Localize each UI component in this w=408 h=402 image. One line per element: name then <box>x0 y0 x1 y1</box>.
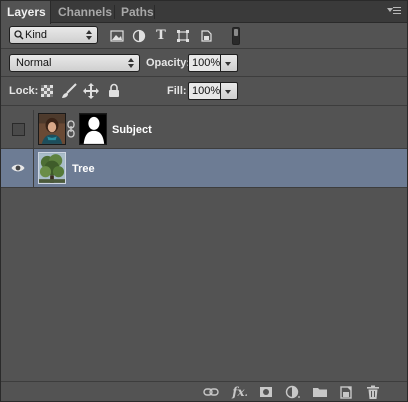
layers-list[interactable]: Subject Tree <box>1 105 407 381</box>
new-group-icon[interactable] <box>312 384 328 400</box>
subject-layer-mask-thumbnail[interactable] <box>79 113 107 145</box>
fx-label: fx <box>232 385 245 399</box>
new-layer-icon[interactable] <box>338 384 354 400</box>
lock-position-move-icon[interactable] <box>83 83 99 99</box>
blend-row: Normal Opacity: 100% <box>1 50 407 77</box>
delete-layer-icon[interactable] <box>365 384 381 400</box>
opacity-label: Opacity: <box>146 57 191 69</box>
layer-name-tree[interactable]: Tree <box>72 163 95 175</box>
fill-dropdown-button[interactable] <box>221 82 238 100</box>
filter-row: Kind T <box>1 23 407 49</box>
layers-panel: Layers Channels Paths Kind T Normal Opac… <box>0 0 408 401</box>
tab-paths[interactable]: Paths <box>115 1 160 23</box>
search-icon <box>14 30 24 40</box>
blend-mode-dropdown[interactable]: Normal <box>9 54 140 72</box>
link-layers-icon[interactable] <box>203 384 219 400</box>
updown-arrows-icon <box>86 30 92 40</box>
fx-icon[interactable]: fx. <box>230 384 250 400</box>
tab-separator <box>154 5 155 19</box>
kind-filter-dropdown[interactable]: Kind <box>9 26 98 44</box>
shape-filter-icon[interactable] <box>176 29 190 43</box>
visibility-cell[interactable] <box>1 149 34 187</box>
lock-label: Lock: <box>9 85 39 97</box>
opacity-field[interactable]: 100% <box>188 54 221 72</box>
mask-link-chain-icon[interactable] <box>67 120 75 138</box>
tree-layer-thumbnail[interactable] <box>38 152 66 184</box>
fill-label: Fill: <box>167 85 187 97</box>
opacity-dropdown-button[interactable] <box>221 54 238 72</box>
adjustment-filter-icon[interactable] <box>132 29 146 43</box>
tab-channels[interactable]: Channels <box>52 1 118 23</box>
tab-bar: Layers Channels Paths <box>1 1 407 24</box>
lock-transparency-icon[interactable] <box>41 85 53 97</box>
lock-all-icon[interactable] <box>108 83 120 98</box>
lock-pixels-brush-icon[interactable] <box>61 83 77 99</box>
lock-row: Lock: Fill: 100% <box>1 78 407 105</box>
blend-mode-value: Normal <box>16 57 52 69</box>
layer-row-tree[interactable]: Tree <box>1 149 407 188</box>
tab-layers[interactable]: Layers <box>1 1 51 24</box>
type-filter-icon[interactable]: T <box>154 29 168 43</box>
smart-object-filter-icon[interactable] <box>199 29 213 43</box>
updown-arrows-icon <box>128 58 134 68</box>
layer-name-subject[interactable]: Subject <box>112 124 152 136</box>
visibility-toggle-off[interactable] <box>12 123 25 136</box>
add-mask-icon[interactable] <box>258 384 274 400</box>
kind-filter-label: Kind <box>25 29 48 41</box>
layer-row-subject[interactable]: Subject <box>1 110 407 149</box>
visibility-cell[interactable] <box>1 110 34 148</box>
layers-bottom-toolbar: fx. <box>1 381 407 401</box>
pixel-filter-icon[interactable] <box>110 29 124 43</box>
subject-layer-thumbnail[interactable] <box>38 113 66 145</box>
filter-toggle-switch[interactable] <box>232 27 240 45</box>
eye-icon[interactable] <box>11 163 25 173</box>
fill-field[interactable]: 100% <box>188 82 221 100</box>
panel-menu-icon[interactable] <box>387 5 401 17</box>
adjustment-layer-icon[interactable] <box>285 384 301 400</box>
